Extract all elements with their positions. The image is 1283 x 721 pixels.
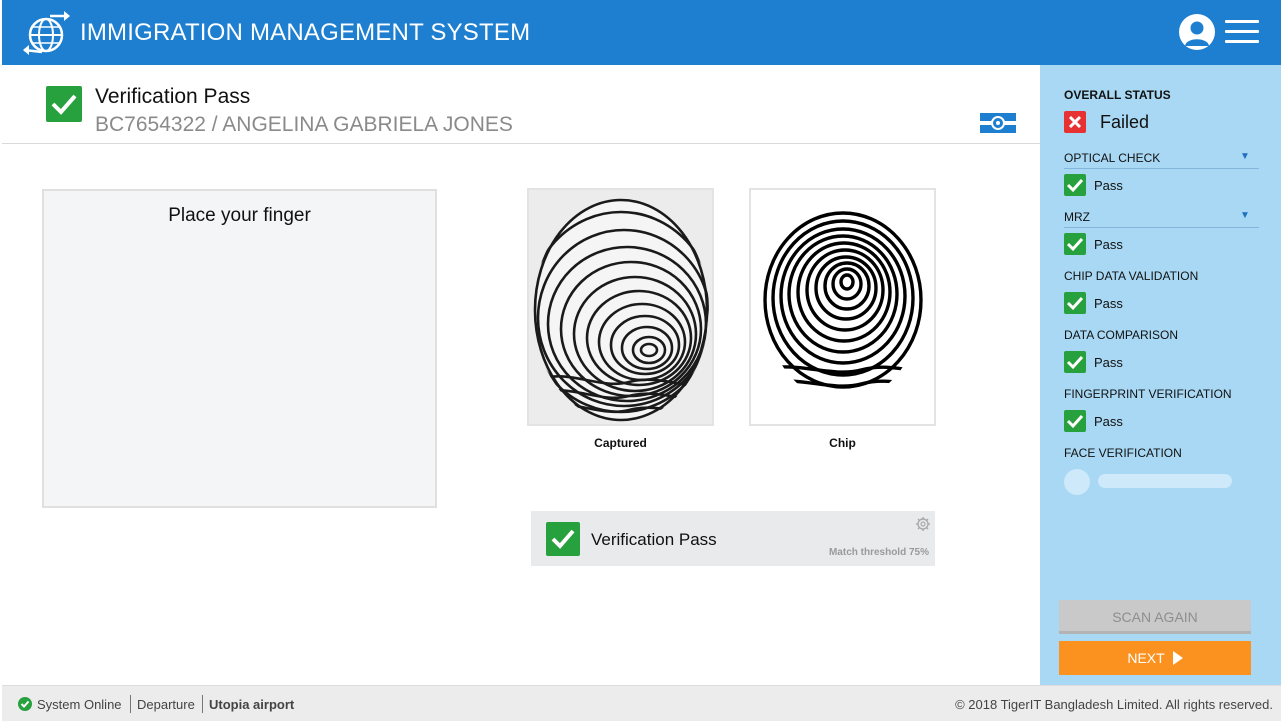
data-comparison-pass-icon [1064, 351, 1086, 373]
scan-again-button[interactable]: SCAN AGAIN [1059, 600, 1251, 634]
status-footer: System Online Departure Utopia airport ©… [2, 685, 1281, 721]
mrz-status: Pass [1094, 237, 1123, 252]
mrz-pass-icon [1064, 233, 1086, 255]
verification-title: Verification Pass [95, 85, 251, 108]
finger-prompt: Place your finger [168, 205, 311, 226]
face-loading-placeholder-dot [1064, 469, 1090, 495]
globe-logo-icon [23, 11, 70, 55]
fingerprint-status: Pass [1094, 414, 1123, 429]
mrz-chevron-down-icon[interactable]: ▼ [1240, 210, 1250, 221]
data-comparison-status: Pass [1094, 355, 1123, 370]
travel-mode: Departure [137, 697, 195, 712]
captured-fingerprint-image [529, 190, 712, 424]
match-pass-check-icon [546, 522, 580, 556]
copyright-text: © 2018 TigerIT Bangladesh Limited. All r… [955, 697, 1273, 712]
play-arrow-icon [1172, 651, 1183, 665]
chip-data-validation-label: CHIP DATA VALIDATION [1064, 269, 1199, 283]
match-result-label: Verification Pass [591, 530, 717, 549]
next-button-label: NEXT [1127, 650, 1165, 666]
user-avatar-button[interactable] [1179, 14, 1215, 50]
match-result-bar: Verification Pass Match threshold 75% [531, 511, 935, 566]
captured-caption: Captured [594, 436, 647, 450]
chip-fingerprint-image [751, 190, 934, 424]
optical-check-divider [1064, 168, 1259, 169]
fingerprint-verification-label: FINGERPRINT VERIFICATION [1064, 387, 1232, 401]
face-loading-placeholder-bar [1098, 474, 1232, 488]
optical-check-pass-icon [1064, 174, 1086, 196]
footer-separator [130, 695, 131, 713]
location-name: Utopia airport [209, 697, 295, 712]
next-button[interactable]: NEXT [1059, 641, 1251, 675]
menu-bar-2 [1225, 30, 1259, 33]
status-sidebar: OVERALL STATUS Failed OPTICAL CHECK ▼ Pa… [1040, 65, 1281, 685]
app-title: IMMIGRATION MANAGEMENT SYSTEM [80, 19, 531, 46]
fingerprint-pass-icon [1064, 410, 1086, 432]
passport-holder-info: BC7654322 / ANGELINA GABRIELA JONES [95, 113, 513, 136]
mrz-divider [1064, 227, 1259, 228]
face-verification-label: FACE VERIFICATION [1064, 446, 1182, 460]
overall-status-value: Failed [1100, 112, 1150, 132]
header-divider [2, 143, 1040, 144]
gear-icon[interactable] [915, 516, 931, 532]
overall-status-label: OVERALL STATUS [1064, 88, 1171, 102]
system-status: System Online [37, 697, 122, 712]
chip-data-status: Pass [1094, 296, 1123, 311]
chip-fingerprint-card [749, 188, 936, 426]
user-icon [1185, 21, 1209, 46]
online-check-icon [18, 697, 32, 711]
hamburger-menu-button[interactable] [1225, 20, 1261, 46]
document-scan-icon[interactable] [980, 113, 1016, 133]
chip-data-pass-icon [1064, 292, 1086, 314]
app-header: IMMIGRATION MANAGEMENT SYSTEM [2, 0, 1281, 65]
optical-check-status: Pass [1094, 178, 1123, 193]
fingerprint-scanner-area[interactable]: Place your finger [42, 189, 437, 508]
optical-check-label[interactable]: OPTICAL CHECK [1064, 151, 1160, 165]
optical-check-chevron-down-icon[interactable]: ▼ [1240, 151, 1250, 162]
data-comparison-label: DATA COMPARISON [1064, 328, 1179, 342]
menu-bar-3 [1225, 40, 1259, 43]
menu-bar-1 [1225, 20, 1259, 23]
captured-fingerprint-card [527, 188, 714, 426]
verification-check-icon [46, 86, 82, 122]
footer-separator [202, 695, 203, 713]
main-content: Verification Pass BC7654322 / ANGELINA G… [2, 65, 1040, 685]
match-threshold: Match threshold 75% [828, 547, 929, 558]
failed-x-icon [1064, 111, 1086, 133]
chip-caption: Chip [829, 436, 856, 450]
mrz-label[interactable]: MRZ [1064, 210, 1090, 224]
